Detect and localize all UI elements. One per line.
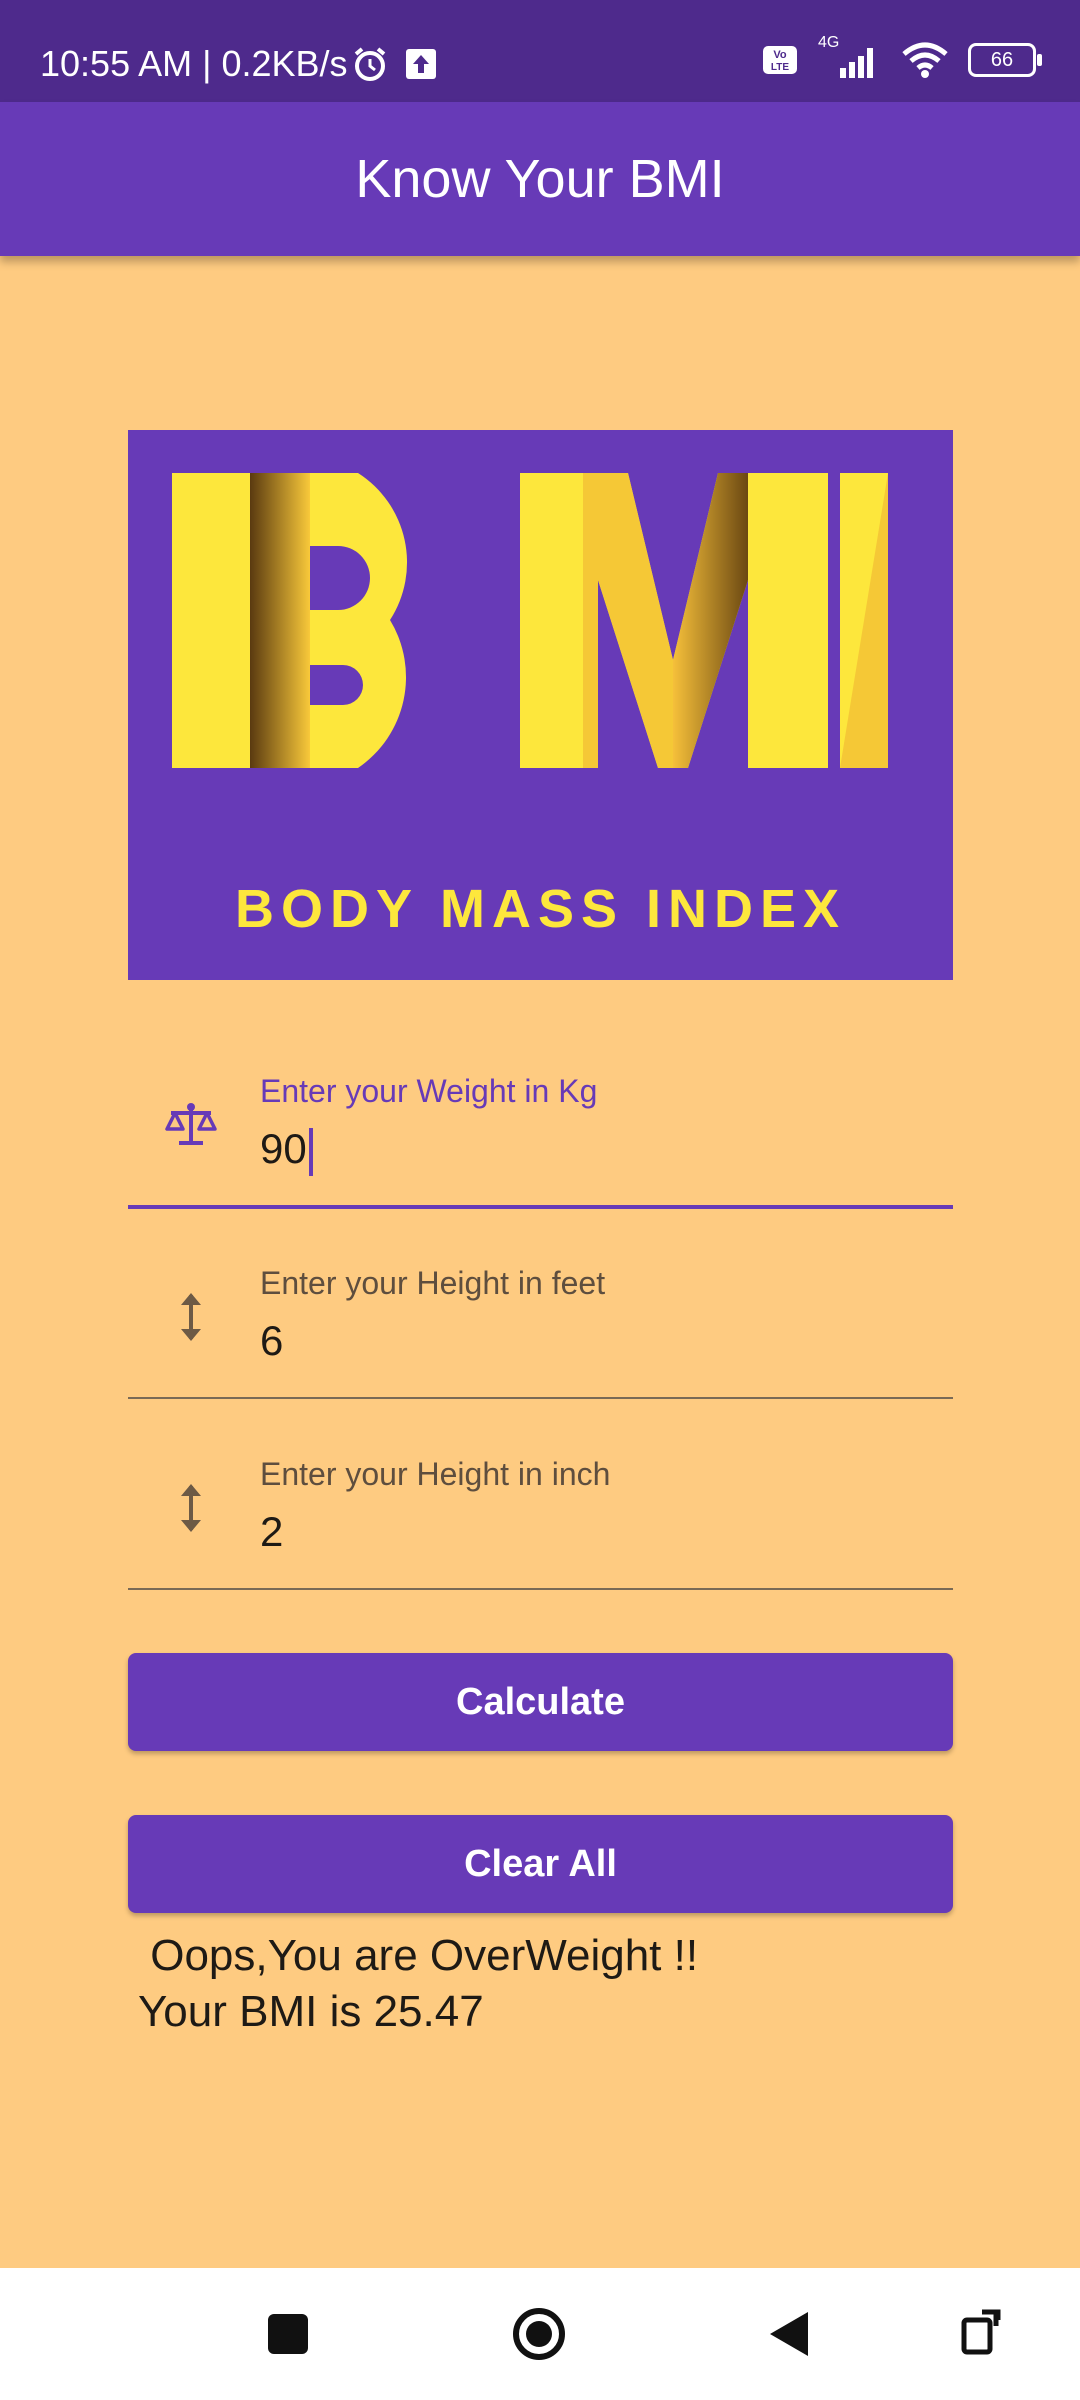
result-text: Oops,You are OverWeight !! Your BMI is 2… xyxy=(138,1928,698,2040)
weight-field[interactable]: Enter your Weight in Kg 90 xyxy=(128,1045,953,1209)
scale-icon xyxy=(165,1103,217,1145)
signal-icon: 4G xyxy=(816,34,882,80)
weight-input[interactable]: 90 xyxy=(260,1125,313,1176)
height-feet-field[interactable]: Enter your Height in feet 6 xyxy=(128,1237,953,1399)
recent-apps-icon[interactable] xyxy=(260,2306,316,2362)
height-inch-label: Enter your Height in inch xyxy=(260,1456,611,1492)
result-message: Oops,You are OverWeight !! xyxy=(138,1931,699,1980)
calculate-button[interactable]: Calculate xyxy=(128,1653,953,1751)
weight-label: Enter your Weight in Kg xyxy=(260,1073,598,1109)
back-icon[interactable] xyxy=(762,2306,818,2362)
banner-subtitle: BODY MASS INDEX xyxy=(234,879,847,939)
height-arrows-icon xyxy=(181,1484,201,1532)
upload-icon xyxy=(406,49,436,79)
status-left-icons xyxy=(350,44,438,84)
status-right-icons: Vo LTE 4G 66 xyxy=(762,34,1042,80)
status-bar: 10:55 AM | 0.2KB/s Vo LTE 4G 66 xyxy=(0,0,1080,102)
app-bar: Know Your BMI xyxy=(0,102,1080,256)
height-arrows-icon xyxy=(181,1293,201,1341)
page-title: Know Your BMI xyxy=(355,149,725,209)
navigation-bar xyxy=(0,2268,1080,2400)
result-bmi: Your BMI is 25.47 xyxy=(138,1987,484,2036)
height-inch-field[interactable]: Enter your Height in inch 2 xyxy=(128,1428,953,1590)
clear-all-button[interactable]: Clear All xyxy=(128,1815,953,1913)
wifi-icon xyxy=(902,42,948,78)
height-inch-input[interactable]: 2 xyxy=(260,1508,283,1556)
home-icon[interactable] xyxy=(511,2306,567,2362)
bmi-logo xyxy=(172,473,888,768)
status-time: 10:55 AM | 0.2KB/s xyxy=(40,43,348,84)
svg-text:LTE: LTE xyxy=(771,62,789,73)
svg-text:Vo: Vo xyxy=(773,49,787,61)
bmi-banner: BODY MASS INDEX xyxy=(128,430,953,980)
height-feet-label: Enter your Height in feet xyxy=(260,1265,606,1301)
weight-value: 90 xyxy=(260,1125,307,1172)
height-feet-input[interactable]: 6 xyxy=(260,1317,283,1365)
rotate-icon[interactable] xyxy=(952,2306,1008,2362)
volte-icon: Vo LTE xyxy=(763,46,797,74)
battery-icon: 66 xyxy=(968,43,1042,77)
alarm-icon xyxy=(354,47,386,81)
text-caret xyxy=(308,1127,313,1176)
